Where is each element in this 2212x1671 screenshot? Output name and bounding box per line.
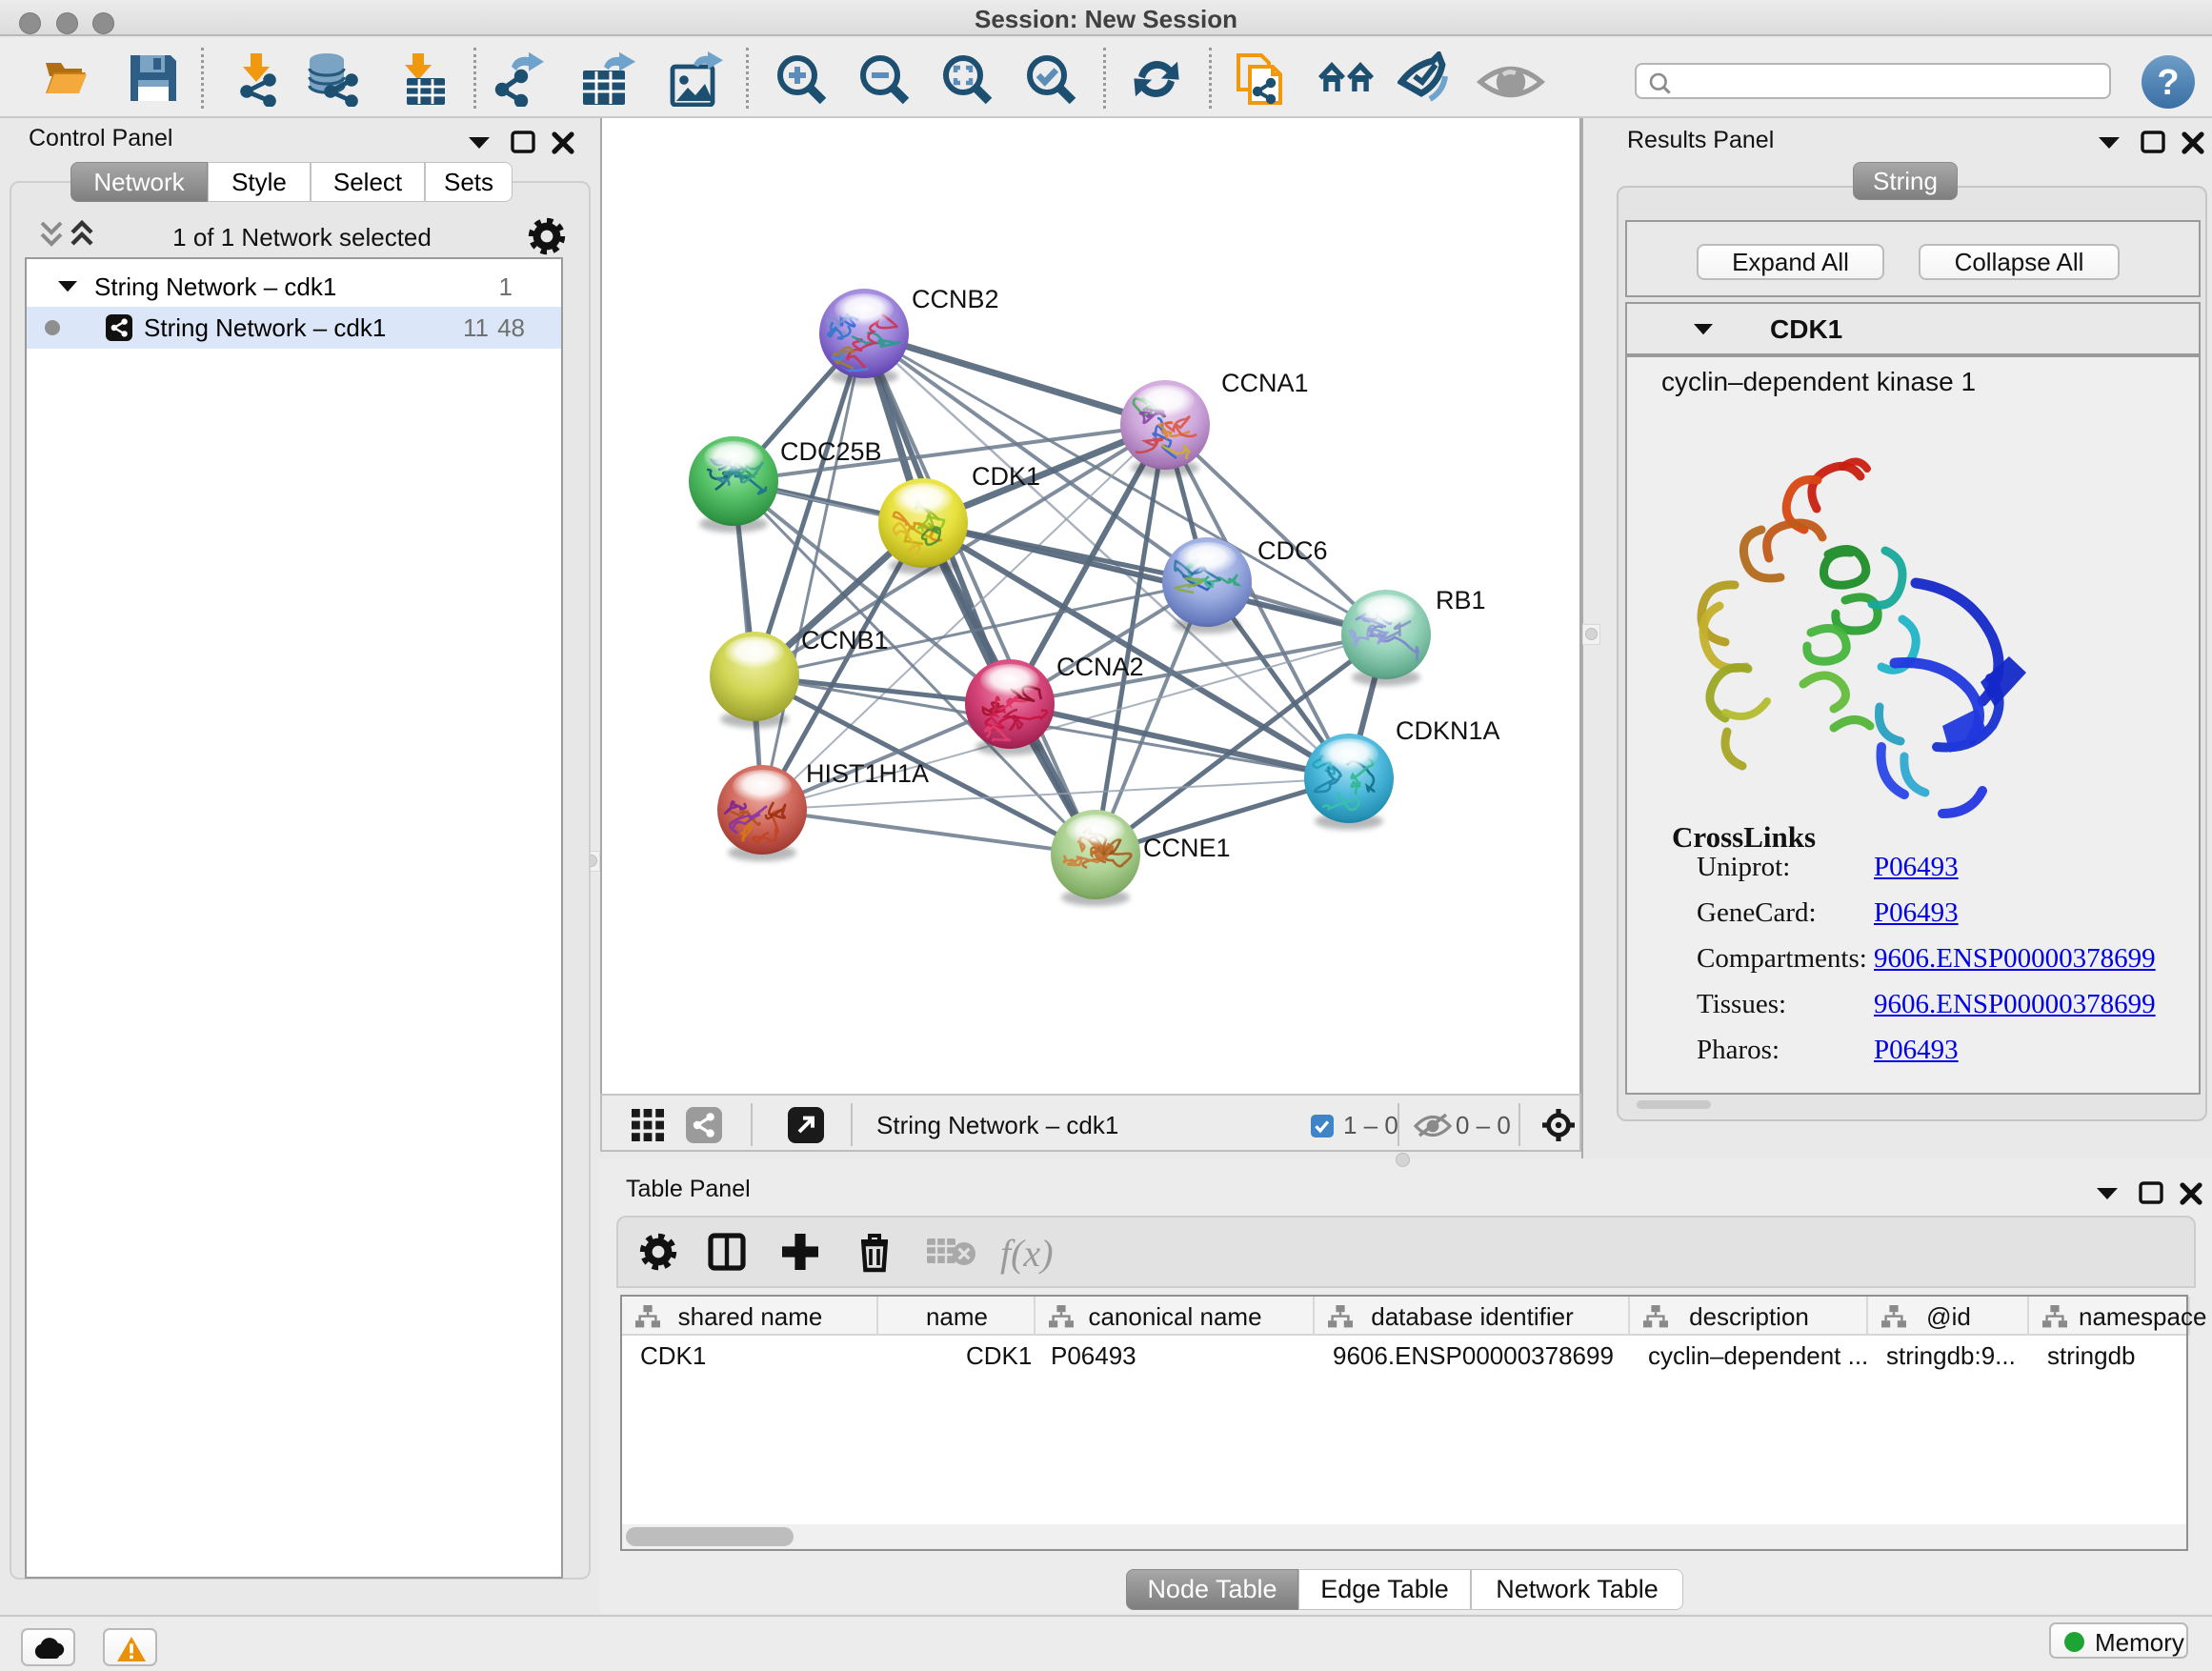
svg-text:CCNB2: CCNB2 — [912, 285, 999, 313]
svg-text:CDC25B: CDC25B — [780, 437, 882, 466]
svg-text:CDC6: CDC6 — [1257, 536, 1328, 565]
svg-text:CCNB1: CCNB1 — [801, 626, 889, 654]
svg-text:HIST1H1A: HIST1H1A — [806, 759, 929, 788]
svg-text:CCNE1: CCNE1 — [1143, 834, 1231, 862]
svg-text:CDKN1A: CDKN1A — [1396, 716, 1500, 745]
svg-text:CCNA2: CCNA2 — [1056, 653, 1144, 681]
svg-text:CCNA1: CCNA1 — [1221, 369, 1309, 397]
svg-text:?: ? — [2157, 63, 2179, 103]
svg-text:CDK1: CDK1 — [972, 462, 1040, 491]
svg-text:RB1: RB1 — [1436, 586, 1486, 614]
